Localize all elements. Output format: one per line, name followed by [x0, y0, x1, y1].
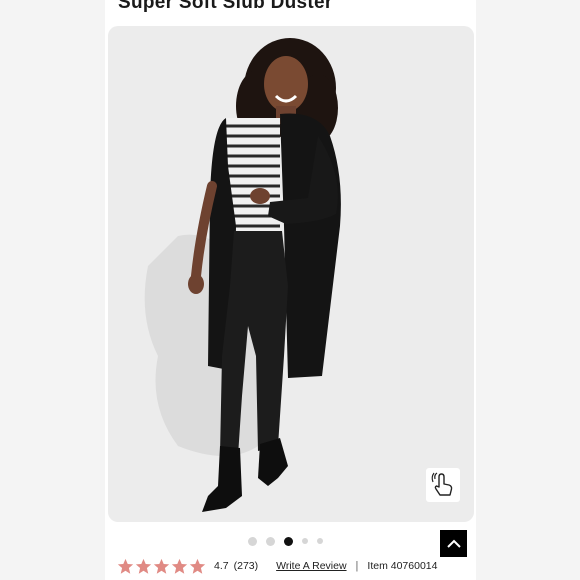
- write-review-link[interactable]: Write A Review: [276, 560, 346, 572]
- rating-count: (273): [233, 560, 259, 572]
- chevron-up-icon: [446, 539, 461, 548]
- rating-value: 4.7: [214, 560, 229, 572]
- item-number: Item 40760014: [367, 560, 438, 572]
- separator: |: [355, 560, 359, 572]
- model-photo: [144, 38, 341, 512]
- carousel-dot[interactable]: [266, 536, 275, 546]
- carousel-dots: [248, 535, 323, 547]
- star-icon: [153, 558, 170, 574]
- star-icon: [135, 558, 152, 574]
- zoom-button[interactable]: [426, 468, 460, 502]
- carousel-dot[interactable]: [302, 538, 308, 544]
- product-title: Super Soft Slub Duster: [118, 0, 333, 13]
- star-icon: [189, 558, 206, 574]
- star-rating: [117, 558, 206, 575]
- carousel-dot[interactable]: [317, 538, 323, 544]
- star-icon: [171, 558, 188, 574]
- hand-pointer-icon: [431, 472, 453, 496]
- product-image[interactable]: [108, 26, 474, 522]
- scroll-to-top-button[interactable]: [440, 530, 467, 557]
- carousel-dot-active[interactable]: [284, 536, 293, 546]
- star-icon: [117, 558, 134, 574]
- carousel-dot[interactable]: [248, 536, 257, 546]
- rating-row: 4.7 (273) Write A Review | Item 40760014: [117, 556, 437, 576]
